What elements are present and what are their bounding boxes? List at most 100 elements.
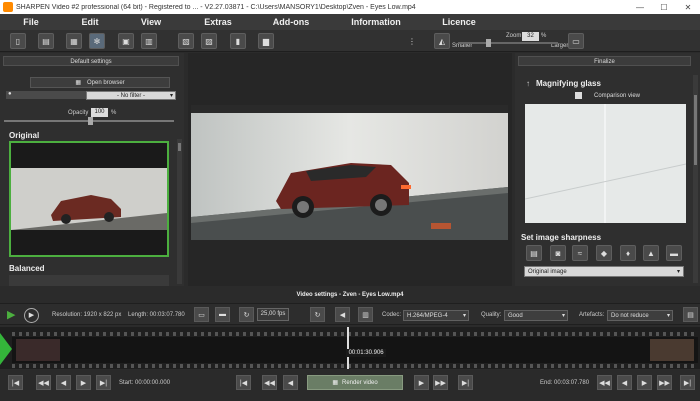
wave-icon[interactable]: ≈ bbox=[572, 245, 588, 261]
settings-gear-icon[interactable]: ✻ bbox=[89, 33, 105, 49]
artefacts-select-value: Do not reduce bbox=[611, 312, 649, 319]
main-video-preview[interactable] bbox=[191, 105, 508, 240]
zoom-fit-icon[interactable]: ◭ bbox=[434, 33, 450, 49]
zoom-slider-track[interactable] bbox=[458, 42, 558, 44]
maximize-button[interactable]: ☐ bbox=[652, 0, 676, 14]
play-icon[interactable]: ▶ bbox=[7, 309, 19, 321]
arrow-up-icon: ↑ bbox=[526, 79, 530, 88]
jump-end-icon[interactable]: ▶| bbox=[458, 375, 473, 390]
audio-settings-icon[interactable]: ▥ bbox=[358, 307, 373, 322]
search-icon: ● bbox=[8, 91, 12, 97]
right-panel: Finalize ↑ Magnifying glass Comparison v… bbox=[515, 53, 700, 286]
audio-icon[interactable]: ◀ bbox=[335, 307, 350, 322]
right-scroll-thumb[interactable] bbox=[694, 95, 697, 165]
menu-information[interactable]: Information bbox=[348, 17, 404, 27]
codec-select[interactable]: H.264/MPEG-4 ▾ bbox=[403, 310, 469, 321]
next-frame-icon[interactable]: ▶ bbox=[414, 375, 429, 390]
filter-search[interactable]: ● bbox=[6, 91, 86, 99]
save-as-icon[interactable]: ▥ bbox=[141, 33, 157, 49]
window-title: SHARPEN Video #2 professional (64 bit) -… bbox=[16, 3, 416, 11]
output-settings-icon[interactable]: ▤ bbox=[683, 307, 698, 322]
video-settings-bar: ▶ ▶ Resolution: 1920 x 822 px Length: 00… bbox=[0, 303, 700, 325]
open-browser-label: Open browser bbox=[86, 79, 125, 86]
opacity-value-field[interactable]: 100 bbox=[91, 108, 108, 117]
sharpness-preset-1-icon[interactable]: ▤ bbox=[526, 245, 542, 261]
mountain-icon[interactable]: ▲ bbox=[643, 245, 659, 261]
browser-grid-icon: ▦ bbox=[75, 80, 81, 86]
left-scroll-thumb[interactable] bbox=[178, 143, 181, 151]
resize-icon[interactable]: ▬ bbox=[215, 307, 230, 322]
go-start-icon[interactable]: |◀ bbox=[8, 375, 23, 390]
render-video-button[interactable]: ▦ Render video bbox=[307, 375, 403, 390]
more-options-icon[interactable]: ⋮ bbox=[404, 33, 420, 49]
export-icon[interactable]: ▧ bbox=[178, 33, 194, 49]
end-rewind-icon[interactable]: ◀◀ bbox=[597, 375, 612, 390]
step-forward-icon[interactable]: ▶ bbox=[76, 375, 91, 390]
end-time-text: End: 00:03:07.780 bbox=[540, 380, 590, 386]
right-panel-scrollbar[interactable] bbox=[693, 75, 698, 283]
zoom-slider-thumb[interactable] bbox=[486, 39, 491, 47]
save-icon[interactable]: ▣ bbox=[118, 33, 134, 49]
play-preview-icon[interactable]: ▶ bbox=[24, 308, 39, 323]
length-text: Length: 00:03:07.780 bbox=[128, 312, 185, 318]
end-go-end-icon[interactable]: ▶| bbox=[680, 375, 695, 390]
artefacts-label: Artefacts: bbox=[579, 312, 605, 318]
menu-extras[interactable]: Extras bbox=[202, 17, 234, 27]
menu-edit[interactable]: Edit bbox=[78, 17, 102, 27]
previous-frame-icon[interactable]: ◀ bbox=[283, 375, 298, 390]
sharpness-select-value: Original image bbox=[528, 268, 567, 275]
end-step-back-icon[interactable]: ◀ bbox=[617, 375, 632, 390]
print-icon[interactable]: ▨ bbox=[201, 33, 217, 49]
image-sharpness-title: Set image sharpness bbox=[521, 233, 602, 242]
left-panel-scrollbar[interactable] bbox=[177, 139, 182, 284]
refresh-icon[interactable]: ↻ bbox=[239, 307, 254, 322]
info-icon[interactable]: ▮ bbox=[230, 33, 246, 49]
rewind-icon[interactable]: ◀◀ bbox=[262, 375, 277, 390]
new-file-icon[interactable]: ▯ bbox=[10, 33, 26, 49]
original-preview-thumbnail[interactable] bbox=[9, 141, 169, 257]
finalize-header[interactable]: Finalize bbox=[518, 56, 691, 66]
timeline-playhead[interactable] bbox=[347, 327, 350, 369]
crop-icon[interactable]: ▭ bbox=[194, 307, 209, 322]
original-preview-image bbox=[11, 143, 167, 255]
sync-icon[interactable]: ↻ bbox=[310, 307, 325, 322]
diamond-icon[interactable]: ◆ bbox=[596, 245, 612, 261]
timeline-start-marker-icon[interactable] bbox=[0, 333, 12, 365]
default-settings-header[interactable]: Default settings bbox=[3, 56, 179, 66]
timeline[interactable]: 00:01:30.906 bbox=[0, 327, 700, 369]
close-button[interactable]: ✕ bbox=[676, 0, 700, 14]
go-end-icon[interactable]: ▶| bbox=[96, 375, 111, 390]
step-back-icon[interactable]: ◀ bbox=[56, 375, 71, 390]
artefacts-select[interactable]: Do not reduce ▾ bbox=[607, 310, 673, 321]
histogram-icon[interactable]: ▆ bbox=[258, 33, 274, 49]
zoom-view-icon[interactable]: ▭ bbox=[568, 33, 584, 49]
filter-select[interactable]: - No filter - ▾ bbox=[86, 91, 176, 100]
open-file-icon[interactable]: ▤ bbox=[38, 33, 54, 49]
codec-label: Codec: bbox=[382, 312, 402, 318]
raw-icon[interactable]: ▦ bbox=[66, 33, 82, 49]
comparison-view-checkbox[interactable] bbox=[575, 92, 582, 99]
menu-view[interactable]: View bbox=[138, 17, 164, 27]
fps-value[interactable]: 25,00 fps bbox=[257, 308, 289, 321]
quality-select[interactable]: Good ▾ bbox=[504, 310, 568, 321]
sharpness-select[interactable]: Original image ▾ bbox=[524, 266, 684, 277]
zoom-value-field[interactable]: 32 bbox=[522, 32, 539, 41]
menu-licence[interactable]: Licence bbox=[440, 17, 478, 27]
menu-addons[interactable]: Add-ons bbox=[270, 17, 312, 27]
sharpness-preset-7-icon[interactable]: ▬ bbox=[666, 245, 682, 261]
balanced-preview-thumbnail[interactable] bbox=[9, 275, 169, 286]
open-browser-button[interactable]: ▦ Open browser bbox=[30, 77, 170, 88]
end-step-forward-icon[interactable]: ▶ bbox=[637, 375, 652, 390]
chevron-down-icon: ▾ bbox=[666, 313, 670, 319]
fast-rewind-icon[interactable]: ◀◀ bbox=[36, 375, 51, 390]
jump-start-icon[interactable]: |◀ bbox=[236, 375, 251, 390]
menu-file[interactable]: File bbox=[20, 17, 42, 27]
camera-icon[interactable]: ◙ bbox=[550, 245, 566, 261]
opacity-slider-thumb[interactable] bbox=[88, 117, 93, 125]
minimize-button[interactable]: — bbox=[628, 0, 652, 14]
microphone-icon[interactable]: ♦ bbox=[620, 245, 636, 261]
quality-label: Quality: bbox=[481, 312, 502, 318]
fast-forward-icon[interactable]: ▶▶ bbox=[433, 375, 448, 390]
magnifier-preview[interactable] bbox=[525, 104, 686, 223]
end-fast-forward-icon[interactable]: ▶▶ bbox=[657, 375, 672, 390]
